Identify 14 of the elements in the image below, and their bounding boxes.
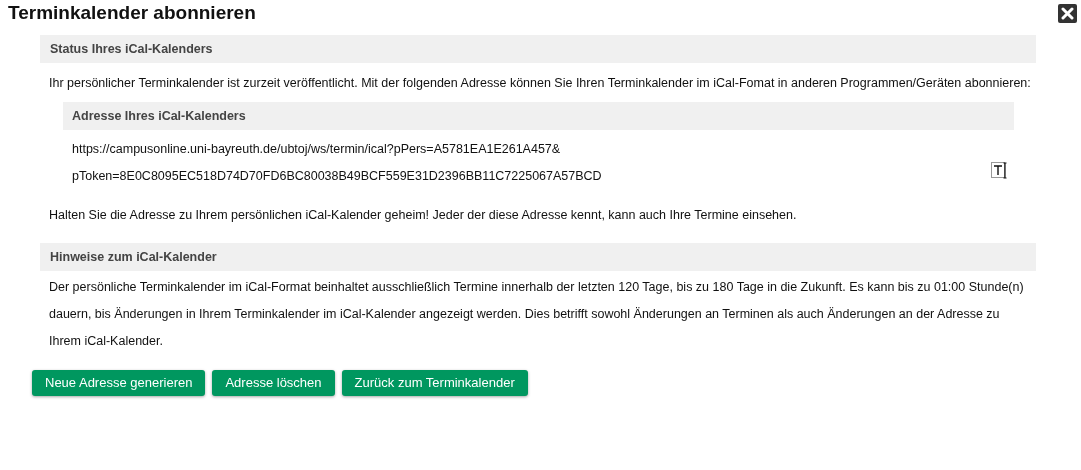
section-header: Hinweise zum iCal-Kalender bbox=[40, 243, 1036, 271]
address-text: pToken=8E0C8095EC518D74D70FD6BC80038B49BCF559E31D2396BB11C7225067A57BCD bbox=[72, 168, 602, 185]
action-button[interactable]: Neue Adresse generieren bbox=[32, 370, 206, 396]
warning-text: Halten Sie die Adresse zu Ihrem persönlichen iCal-Kalender geheim! Jeder der diese Adresse kennt, kann auch Ihre Termine einsehen. bbox=[48, 207, 798, 224]
action-button[interactable]: Zurück zum Terminkalender bbox=[341, 370, 528, 396]
notes-text: Der persönliche Terminkalender im iCal-Format beinhaltet ausschließlich Termine innerhalb der letzten 120 Tage, bis zu 180 Tage in die Zukunft. Es kann bis zu 01:00 Stunde(n) dauern, bis Änderungen in Ihrem Terminkalender im iCal-Kalender angezeigt werden. Dies betrifft sowohl Änderungen an Terminen als auch Änderungen an der Adresse zu Ihrem iCal-Kalender. bbox=[48, 279, 1025, 350]
action-button[interactable]: Adresse löschen bbox=[212, 370, 335, 396]
intro-text: Ihr persönlicher Terminkalender ist zurzeit veröffentlicht. Mit der folgenden Adresse können Sie Ihren Terminkalender im iCal-Fomat in anderen Programmen/Geräten abonnieren: bbox=[48, 75, 1032, 92]
close-icon[interactable] bbox=[1058, 4, 1077, 23]
section-header: Status Ihres iCal-Kalenders bbox=[40, 35, 1036, 63]
address-text: https://campusonline.uni-bayreuth.de/ubtoj/ws/termin/ical?pPers=A5781EA1E261A457& bbox=[72, 141, 562, 158]
text-cursor-icon bbox=[991, 161, 1008, 179]
section-header: Adresse Ihres iCal-Kalenders bbox=[63, 102, 1014, 130]
dialog-title: Terminkalender abonnieren bbox=[8, 1, 256, 25]
